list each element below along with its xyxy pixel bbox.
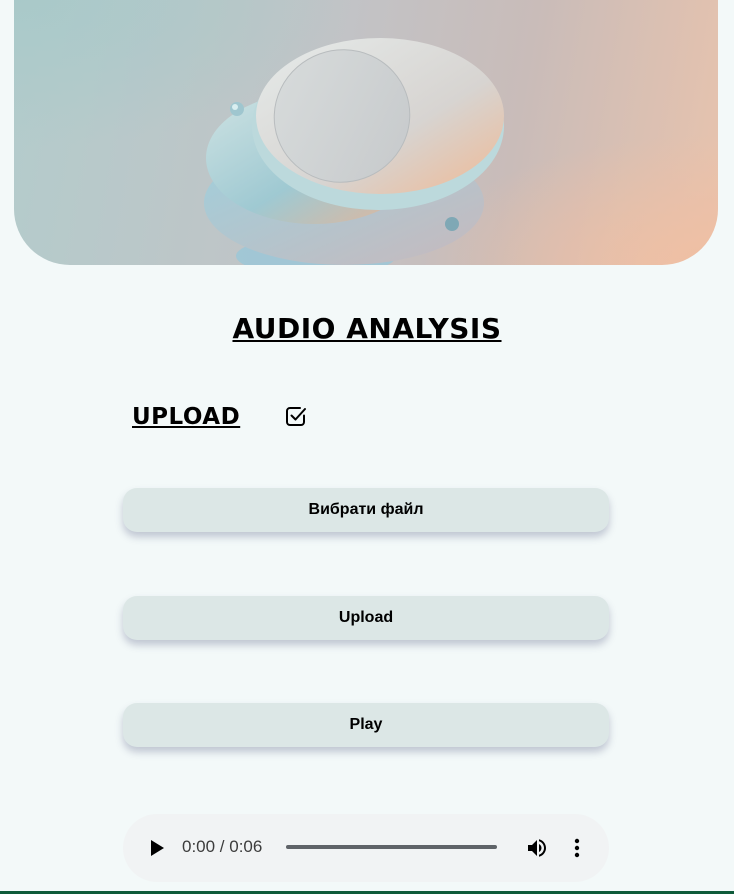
audio-time-display: 0:00 / 0:06 (182, 837, 263, 856)
play-icon[interactable] (147, 838, 167, 858)
upload-heading: UPLOAD (132, 404, 241, 430)
abstract-discs-illustration (204, 38, 504, 265)
upload-button[interactable]: Upload (123, 596, 609, 640)
more-vertical-icon[interactable] (566, 836, 588, 860)
page-title-text: AUDIO ANALYSIS (232, 312, 502, 345)
checkbox-checked-icon (286, 407, 306, 426)
hero-banner-image (14, 0, 718, 265)
choose-file-button[interactable]: Вибрати файл (123, 488, 609, 532)
audio-progress-slider[interactable] (286, 845, 497, 849)
page-title: AUDIO ANALYSIS (0, 312, 734, 345)
audio-player: 0:00 / 0:06 (123, 814, 609, 882)
play-button[interactable]: Play (123, 703, 609, 747)
volume-icon[interactable] (525, 836, 549, 860)
